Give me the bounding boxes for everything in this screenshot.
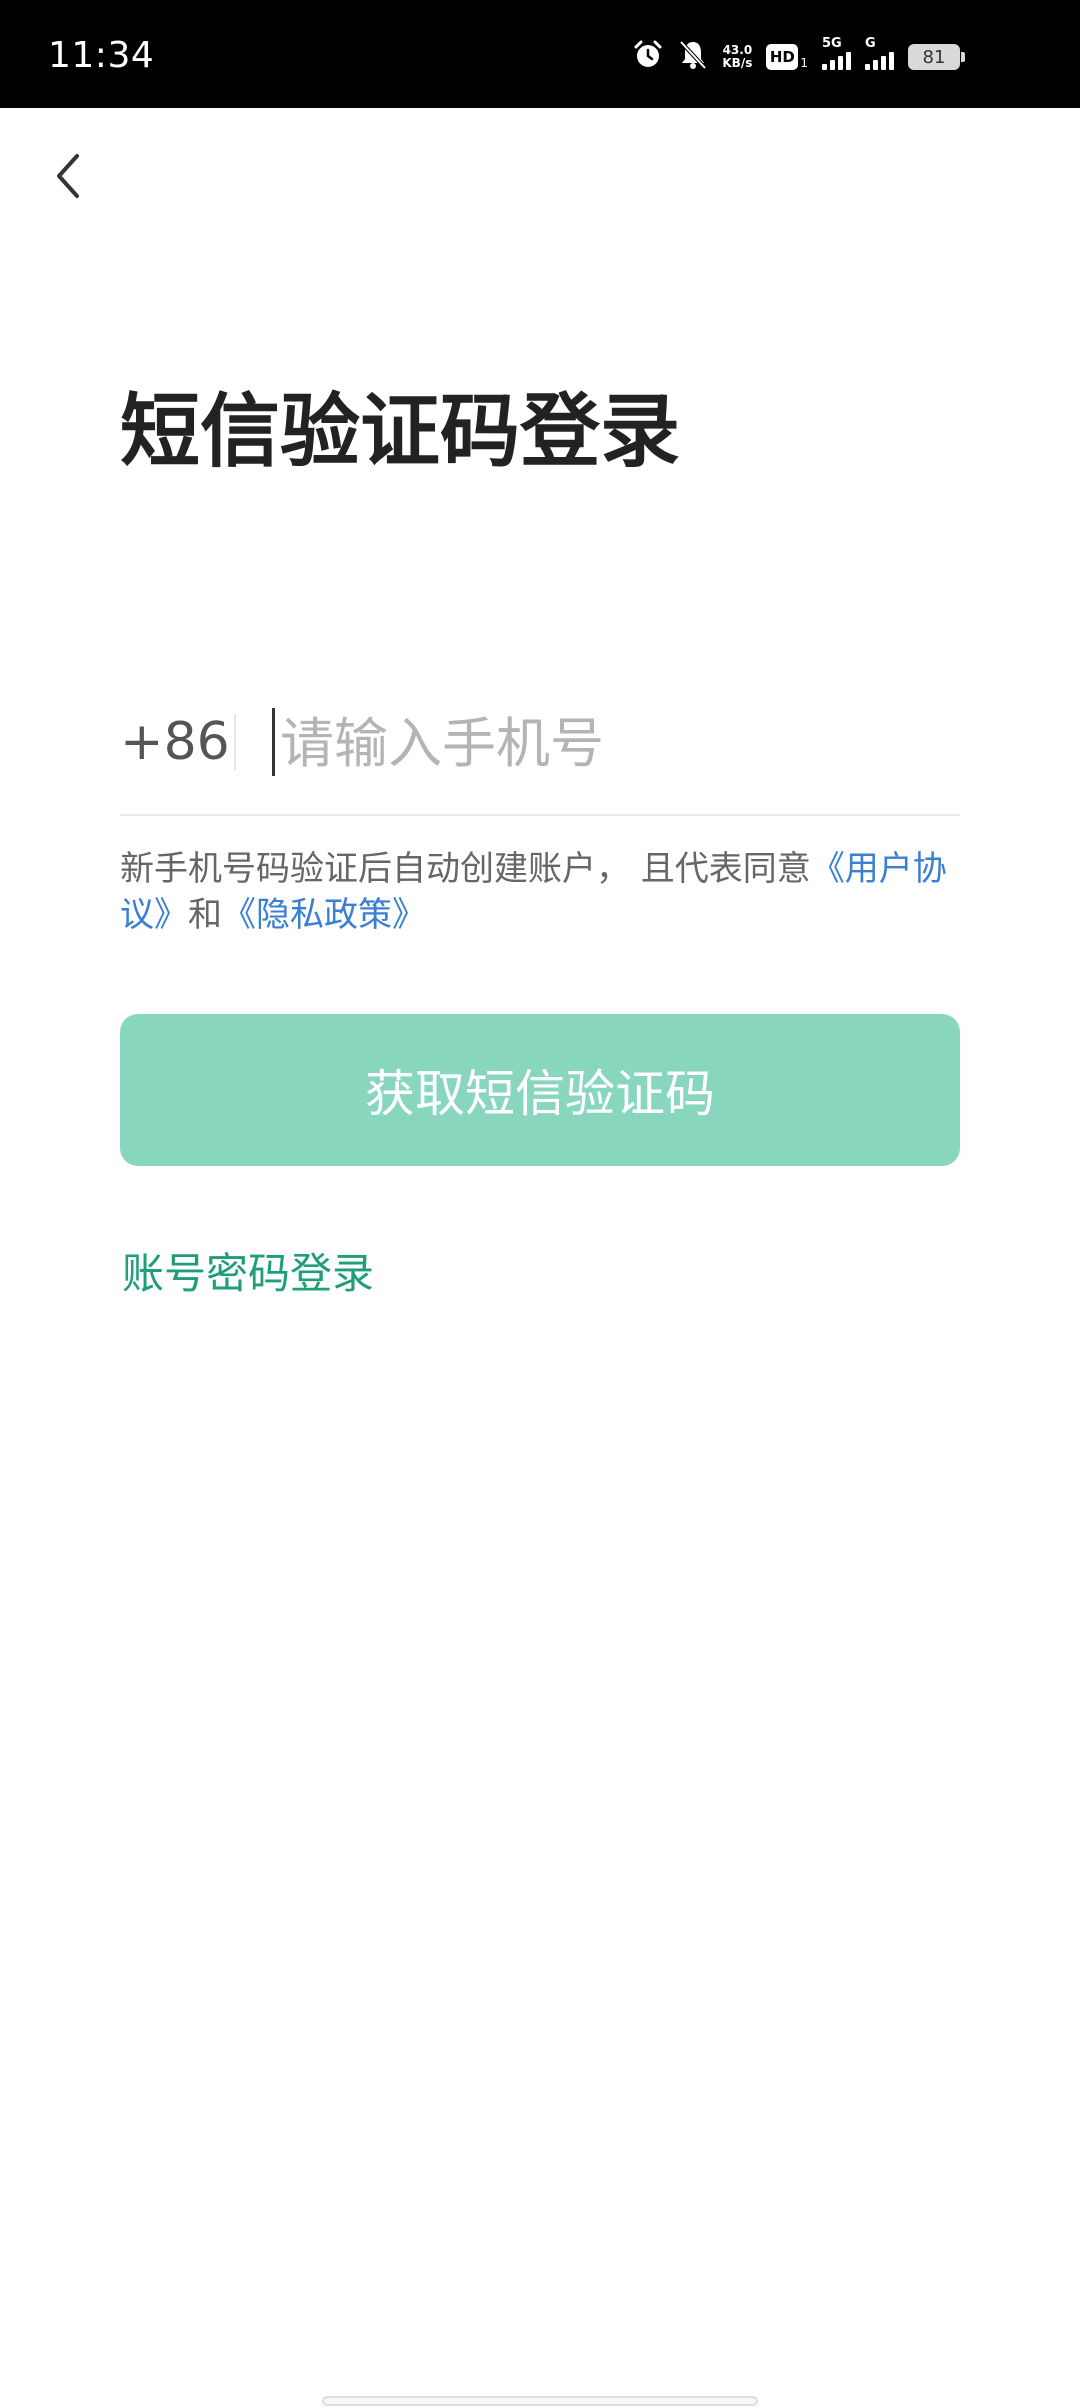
status-bar: 11:34 43.0 KB/s HD 1 5G G 81 bbox=[0, 0, 1080, 108]
hd-badge: HD bbox=[766, 44, 799, 70]
battery-icon: 81 bbox=[908, 44, 965, 70]
net-speed: 43.0 KB/s bbox=[722, 43, 753, 70]
input-divider bbox=[234, 714, 236, 770]
account-password-login-link[interactable]: 账号密码登录 bbox=[122, 1240, 374, 1301]
phone-number-input[interactable] bbox=[276, 700, 936, 786]
hd-indicator: HD 1 bbox=[766, 44, 808, 70]
get-sms-code-button[interactable]: 获取短信验证码 bbox=[120, 1014, 960, 1166]
alarm-icon bbox=[632, 39, 664, 75]
bell-muted-icon bbox=[678, 39, 708, 75]
phone-input-row: +86 bbox=[120, 690, 960, 816]
privacy-policy-link[interactable]: 《隐私政策》 bbox=[222, 895, 426, 935]
country-code[interactable]: +86 bbox=[120, 712, 230, 772]
chevron-left-icon bbox=[57, 154, 79, 198]
agreement-prefix: 新手机号码验证后自动创建账户， 且代表同意 bbox=[120, 849, 811, 889]
signal-icon-secondary: G bbox=[865, 36, 894, 70]
text-caret bbox=[272, 708, 275, 776]
status-time: 11:34 bbox=[48, 35, 155, 76]
agreement-text: 新手机号码验证后自动创建账户， 且代表同意《用户协议》和《隐私政策》 bbox=[120, 846, 960, 938]
page-title: 短信验证码登录 bbox=[120, 385, 680, 478]
home-indicator[interactable] bbox=[322, 2396, 758, 2406]
status-icons: 43.0 KB/s HD 1 5G G 81 bbox=[632, 36, 965, 75]
agreement-and: 和 bbox=[188, 895, 222, 935]
signal-icon: 5G bbox=[822, 36, 851, 70]
back-button[interactable] bbox=[44, 148, 92, 204]
